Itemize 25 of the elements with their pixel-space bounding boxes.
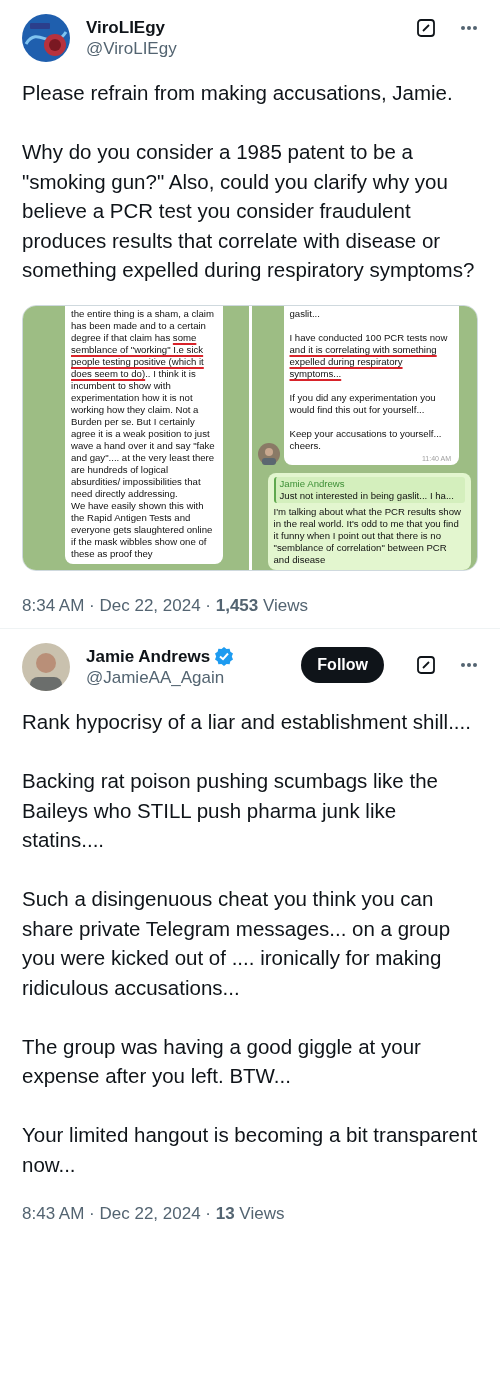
quoted-text: Just not interested in being gaslit... I ha... [279,489,455,502]
author-name[interactable]: Jamie Andrews [86,645,211,667]
avatar[interactable] [22,14,70,62]
post-text: The group was having a good giggle at your expense after you left. BTW... [22,1033,422,1089]
more-icon[interactable] [460,25,478,31]
post-text: Please refrain from making accusations, Jamie. [22,80,454,106]
post-text: Rank hypocrisy of a liar and establishment shill.... [22,709,472,735]
post-text: Your limited hangout is becoming a bit transparent now... [22,1122,478,1178]
post-timestamp: 8:34 AM · Dec 22, 2024 · 1,453 Views [22,594,310,617]
more-icon[interactable] [460,662,478,668]
post-text: Backing rat poison pushing scumbags like the Baileys who STILL push pharma junk like statins.... [22,768,439,853]
post-timestamp: 8:43 AM · Dec 22, 2024 · 13 Views [22,1203,286,1225]
message-text: the entire thing is a sham, a claim has been made and to a certain degree if that claim has some semblance of "working" I.e sick people testing positive (which it does seem to do).. I think it is incumbent to show with experimentation how it is not working how they claim. Not a Burden per se. But I certainly agree it is a weak position to just wave a hand over it and say "fake and gay".... at the very least there are hundreds of logical absurdities/ impossibilities that need directly addressing. We have easily shown this with the Rapid Antigen Tests and everyone gets slaughtered online if the mask wibbles show one of these as proof they [65,305,223,564]
slash-square-icon[interactable] [416,655,436,675]
quoted-author: Jamie Andrews [279,477,346,490]
post-text: Why do you consider a 1985 patent to be a "smoking gun?" Also, could you clarify why you believe a PCR test you consider fraudulent produces results that correlate with disease or something expelled during respiratory symptoms? [22,139,476,283]
message-text: gaslit... I have conducted 100 PCR tests now and it is correlating with something expelled during respiratory symptoms... If you did any experimentation you would find this out for yourself... Keep your accusations to yourself... cheers. [288,306,449,452]
avatar[interactable] [22,643,70,691]
author-handle[interactable]: @ViroLIEgy [86,37,400,60]
post-text: Such a disingenuous cheat you think you can share private Telegram messages... on a group you were kicked out of .... ironically for making ridiculous accusations... [22,886,452,1001]
follow-button[interactable]: Follow [301,647,384,683]
author-handle[interactable]: @JamieAA_Again [86,666,286,689]
author-name[interactable]: ViroLIEgy [86,16,166,38]
message-text: I'm talking about what the PCR results show in the real world. It's odd to me that you find it funny when I point out that there is no "semblance of correlation" between PCR and disease [273,505,462,566]
slash-square-icon[interactable] [416,18,436,38]
